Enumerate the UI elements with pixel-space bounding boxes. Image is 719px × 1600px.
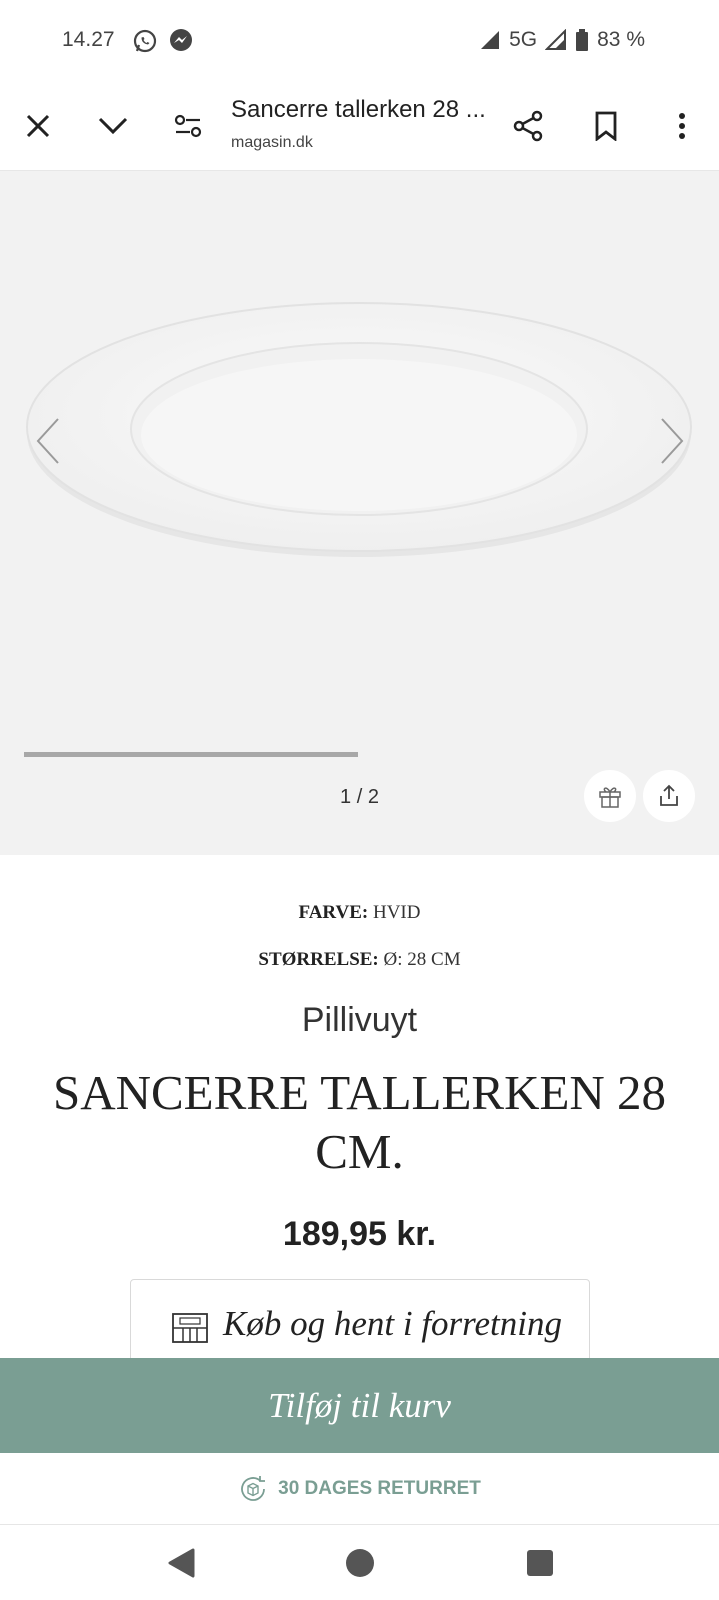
close-button[interactable] (16, 104, 60, 148)
gift-button[interactable] (584, 770, 636, 822)
share-button[interactable] (506, 104, 550, 148)
bookmark-button[interactable] (584, 104, 628, 148)
color-label: FARVE: (298, 902, 369, 923)
color-value: HVID (372, 902, 421, 923)
store-icon (172, 1313, 208, 1343)
signal-icon (545, 29, 567, 50)
messenger-icon (170, 29, 192, 51)
arrow-right-icon (661, 418, 684, 464)
product-name: SANCERRE TALLERKEN 28 CM. (52, 1065, 667, 1179)
page-url: magasin.dk (231, 134, 313, 151)
page-settings-button[interactable] (166, 104, 210, 148)
add-to-cart-label: Tilføj til kurv (268, 1385, 451, 1425)
minimize-button[interactable] (91, 104, 135, 148)
signal-icon (481, 31, 500, 49)
add-to-cart-button[interactable]: Tilføj til kurv (0, 1358, 719, 1453)
gallery-progress (24, 752, 358, 757)
returns-banner: 30 DAGES RETURRET (0, 1454, 719, 1525)
color-attribute: FARVE: HVID (0, 902, 719, 924)
nav-home-icon[interactable] (345, 1547, 375, 1579)
battery-label: 83 % (597, 28, 645, 51)
browser-toolbar: Sancerre tallerken 28 ... magasin.dk (0, 82, 719, 171)
click-and-collect-label: Køb og hent i forretning (223, 1304, 562, 1343)
battery-icon (576, 29, 589, 51)
product-image (26, 302, 692, 557)
prev-image-button[interactable] (30, 411, 70, 471)
nav-back-icon[interactable] (166, 1547, 196, 1579)
close-icon (26, 114, 50, 138)
chevron-down-icon (98, 117, 128, 135)
status-time: 14.27 (62, 28, 115, 51)
system-nav-bar (0, 1525, 719, 1600)
arrow-left-icon (36, 418, 59, 464)
nav-recents-icon[interactable] (525, 1547, 555, 1579)
bookmark-icon (595, 111, 617, 141)
status-bar: 14.27 5G 83 % (0, 0, 719, 82)
product-price: 189,95 kr. (282, 1215, 437, 1253)
return-box-icon (241, 1476, 266, 1501)
network-label: 5G (509, 28, 538, 51)
product-brand[interactable]: Pillivuyt (0, 1001, 719, 1040)
page-title: Sancerre tallerken 28 ... (231, 96, 486, 123)
share-icon (513, 110, 543, 142)
more-vert-icon (679, 113, 685, 139)
returns-label: 30 DAGES RETURRET (278, 1478, 481, 1499)
page-settings-icon (174, 114, 202, 138)
size-attribute: STØRRELSE: Ø: 28 CM (0, 949, 719, 971)
next-image-button[interactable] (650, 411, 690, 471)
size-label: STØRRELSE: (258, 949, 379, 970)
more-options-button[interactable] (660, 104, 704, 148)
gift-icon (599, 787, 621, 808)
size-value: Ø: 28 CM (383, 949, 461, 970)
product-gallery[interactable]: 1 / 2 (0, 171, 719, 855)
whatsapp-icon (133, 29, 157, 53)
share-upload-icon (660, 784, 678, 806)
share-product-button[interactable] (643, 770, 695, 822)
